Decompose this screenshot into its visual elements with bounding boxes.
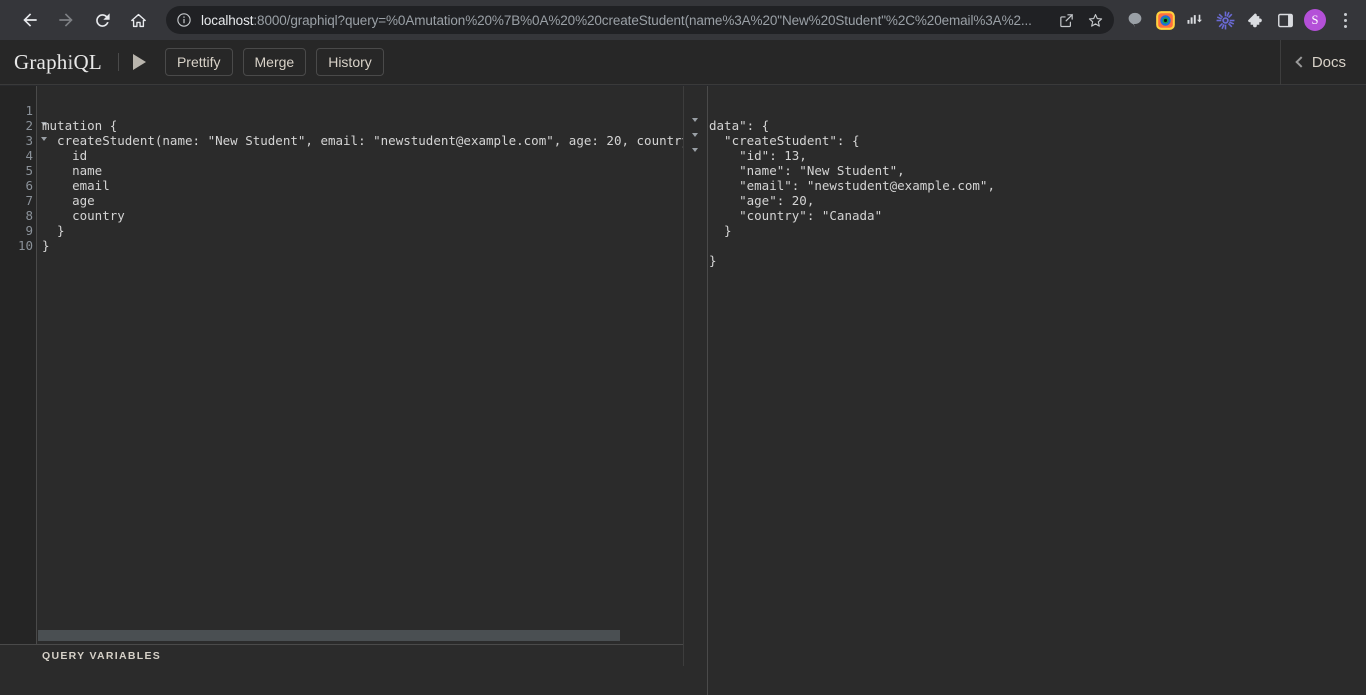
line-number: 5 xyxy=(0,163,37,178)
chrome-menu-button[interactable] xyxy=(1330,5,1360,35)
site-info-icon[interactable] xyxy=(176,12,192,28)
prettify-button[interactable]: Prettify xyxy=(165,48,233,76)
result-line: "id": 13, xyxy=(709,148,995,163)
merge-button[interactable]: Merge xyxy=(243,48,307,76)
fold-arrow-icon[interactable] xyxy=(692,148,698,152)
line-number: 1 xyxy=(0,103,37,118)
line-number: 10 xyxy=(0,238,37,253)
result-code-lines: data": { "createStudent": { "id": 13, "n… xyxy=(709,103,995,268)
code-line: id xyxy=(42,148,684,163)
line-number: 2 xyxy=(0,118,37,133)
result-line: data": { xyxy=(709,118,995,133)
code-line xyxy=(42,103,684,118)
execute-query-button[interactable] xyxy=(125,47,155,77)
line-number-list: 12345678910 xyxy=(0,103,37,253)
reload-icon xyxy=(93,11,112,30)
profile-avatar: S xyxy=(1304,9,1326,31)
line-number: 8 xyxy=(0,208,37,223)
chevron-left-icon xyxy=(1295,56,1306,67)
home-icon xyxy=(129,11,148,30)
home-button[interactable] xyxy=(124,6,152,34)
code-line: } xyxy=(42,223,684,238)
graphiql-workspace: 12345678910 mutation { createStudent(nam… xyxy=(0,86,1366,695)
url-path: :8000/graphiql?query=%0Amutation%20%7B%0… xyxy=(253,13,1031,28)
extension-colorpicker[interactable] xyxy=(1150,5,1180,35)
docs-button[interactable]: Docs xyxy=(1281,40,1366,85)
graphiql-toolbar: GraphiQL Prettify Merge History Docs xyxy=(0,40,1366,85)
code-line: createStudent(name: "New Student", email… xyxy=(42,133,684,148)
result-line: "email": "newstudent@example.com", xyxy=(709,178,995,193)
line-number: 9 xyxy=(0,223,37,238)
result-pane[interactable]: data": { "createStudent": { "id": 13, "n… xyxy=(685,86,1366,695)
query-code-lines: mutation { createStudent(name: "New Stud… xyxy=(42,103,684,253)
logo-part-1: Graph xyxy=(14,50,67,74)
chat-bubble-icon xyxy=(1126,11,1144,29)
query-variables-bar[interactable]: QUERY VARIABLES xyxy=(0,644,684,666)
star-icon[interactable] xyxy=(1087,12,1104,29)
colorpicker-icon xyxy=(1156,11,1175,30)
toolbar-divider xyxy=(118,53,119,71)
result-line: "age": 20, xyxy=(709,193,995,208)
line-number: 6 xyxy=(0,178,37,193)
history-button[interactable]: History xyxy=(316,48,384,76)
result-line: } xyxy=(709,253,995,268)
code-line: age xyxy=(42,193,684,208)
code-line: } xyxy=(42,238,684,253)
address-bar[interactable]: localhost:8000/graphiql?query=%0Amutatio… xyxy=(166,6,1114,34)
chart-download-icon xyxy=(1186,11,1204,29)
result-line: "name": "New Student", xyxy=(709,163,995,178)
code-line: mutation { xyxy=(42,118,684,133)
result-gutter xyxy=(685,86,708,695)
code-line: country xyxy=(42,208,684,223)
fold-arrow-icon[interactable] xyxy=(692,133,698,137)
extensions-button[interactable] xyxy=(1240,5,1270,35)
profile-button[interactable]: S xyxy=(1300,5,1330,35)
result-line xyxy=(709,238,995,253)
query-editor-pane[interactable]: 12345678910 mutation { createStudent(nam… xyxy=(0,86,684,666)
puzzle-piece-icon xyxy=(1246,11,1265,30)
graphiql-logo: GraphiQL xyxy=(14,50,102,75)
line-number: 7 xyxy=(0,193,37,208)
line-number: 3 xyxy=(0,133,37,148)
fold-arrow-icon[interactable] xyxy=(692,118,698,122)
line-number: 4 xyxy=(0,148,37,163)
url-text: localhost:8000/graphiql?query=%0Amutatio… xyxy=(201,13,1050,28)
editor-gutter: 12345678910 xyxy=(0,86,37,666)
back-arrow-icon xyxy=(20,10,40,30)
side-panel-icon xyxy=(1277,12,1294,29)
result-line: } xyxy=(709,223,995,238)
logo-part-3: QL xyxy=(74,50,102,74)
gear-sunburst-icon xyxy=(1216,11,1235,30)
extension-gear-sunburst[interactable] xyxy=(1210,5,1240,35)
result-line: "createStudent": { xyxy=(709,133,995,148)
docs-label: Docs xyxy=(1312,54,1346,71)
browser-toolbar: localhost:8000/graphiql?query=%0Amutatio… xyxy=(0,0,1366,40)
kebab-menu-icon xyxy=(1335,10,1355,30)
back-button[interactable] xyxy=(16,6,44,34)
reload-button[interactable] xyxy=(88,6,116,34)
side-panel-button[interactable] xyxy=(1270,5,1300,35)
forward-button[interactable] xyxy=(52,6,80,34)
result-line xyxy=(709,103,995,118)
play-icon xyxy=(133,54,146,70)
result-line: "country": "Canada" xyxy=(709,208,995,223)
extension-icons: S xyxy=(1120,5,1360,35)
extension-chat-bubble[interactable] xyxy=(1120,5,1150,35)
code-line: email xyxy=(42,178,684,193)
forward-arrow-icon xyxy=(56,10,76,30)
share-icon[interactable] xyxy=(1058,12,1075,29)
url-host: localhost xyxy=(201,13,253,28)
extension-chart-download[interactable] xyxy=(1180,5,1210,35)
query-code-area[interactable]: mutation { createStudent(name: "New Stud… xyxy=(38,86,684,666)
editor-horizontal-scrollbar[interactable] xyxy=(38,626,684,644)
scrollbar-thumb[interactable] xyxy=(38,630,620,641)
query-variables-label: QUERY VARIABLES xyxy=(42,650,161,662)
code-line: name xyxy=(42,163,684,178)
